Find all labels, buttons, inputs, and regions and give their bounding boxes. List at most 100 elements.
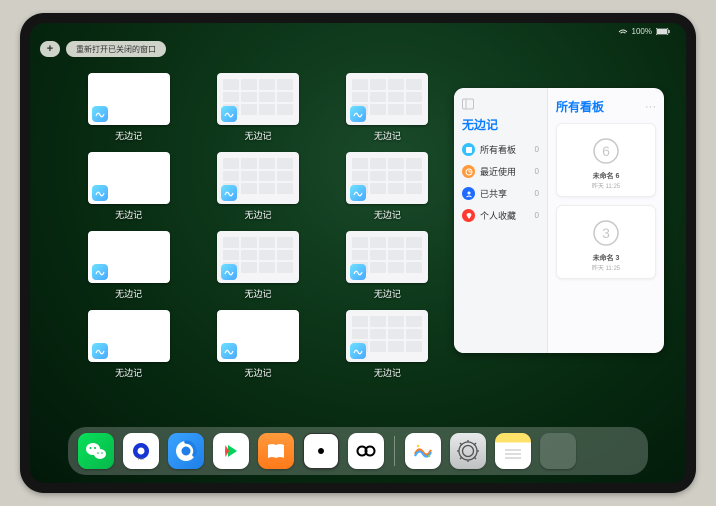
sidebar-item-count: 0 <box>535 211 539 220</box>
window-label: 无边记 <box>244 287 271 300</box>
board-date: 昨天 11:25 <box>592 263 620 272</box>
window-label: 无边记 <box>244 208 271 221</box>
sidebar-item-icon <box>462 143 475 156</box>
sidebar-item-count: 0 <box>535 167 539 176</box>
sidebar-title: 无边记 <box>462 116 539 133</box>
freeform-badge-icon <box>350 185 366 201</box>
notes-app-icon[interactable] <box>495 433 531 469</box>
window-thumbnail[interactable]: 无边记 <box>78 310 179 379</box>
sidebar-item-icon <box>462 165 475 178</box>
window-label: 无边记 <box>115 287 142 300</box>
freeform-badge-icon <box>92 106 108 122</box>
status-bar: 100% <box>30 23 686 37</box>
board-sketch: 6 <box>589 130 623 171</box>
top-toolbar: + 重新打开已关闭的窗口 <box>40 41 166 57</box>
board-date: 昨天 11:25 <box>592 181 620 190</box>
freeform-badge-icon <box>350 343 366 359</box>
window-thumbnail[interactable]: 无边记 <box>78 231 179 300</box>
sidebar-item-3[interactable]: 个人收藏 0 <box>462 209 539 222</box>
board-card[interactable]: 6 未命名 6昨天 11:25 <box>556 123 656 197</box>
window-label: 无边记 <box>244 366 271 379</box>
thumbnail-preview <box>88 73 170 125</box>
window-label: 无边记 <box>374 287 401 300</box>
window-thumbnail[interactable]: 无边记 <box>207 73 308 142</box>
sidebar-toggle-icon[interactable] <box>462 98 474 110</box>
thumbnail-preview <box>346 310 428 362</box>
sidepanel-content: 所有看板 ··· 6未命名 6昨天 11:253未命名 3昨天 11:25 <box>548 88 664 353</box>
thumbnail-preview <box>88 310 170 362</box>
battery-text: 100% <box>632 27 652 36</box>
sidebar-item-label: 所有看板 <box>480 143 530 156</box>
window-thumbnail[interactable]: 无边记 <box>337 231 438 300</box>
status-indicators: 100% <box>618 25 670 37</box>
dice-app-icon[interactable] <box>303 433 339 469</box>
battery-icon <box>656 28 670 35</box>
app-library-icon[interactable] <box>540 433 576 469</box>
freeform-badge-icon <box>350 106 366 122</box>
freeform-badge-icon <box>350 264 366 280</box>
screen: 100% + 重新打开已关闭的窗口 无边记无边记无边记无边记无边记无边记无边记无… <box>30 23 686 483</box>
noise-app-icon[interactable] <box>348 433 384 469</box>
sidebar-item-count: 0 <box>535 189 539 198</box>
window-thumbnail[interactable]: 无边记 <box>78 73 179 142</box>
window-label: 无边记 <box>115 366 142 379</box>
content-title: 所有看板 <box>556 98 604 115</box>
window-label: 无边记 <box>244 129 271 142</box>
freeform-badge-icon <box>221 106 237 122</box>
window-thumbnail[interactable]: 无边记 <box>207 310 308 379</box>
svg-text:3: 3 <box>602 225 610 241</box>
freeform-badge-icon <box>221 185 237 201</box>
window-thumbnail[interactable]: 无边记 <box>78 152 179 221</box>
freeform-badge-icon <box>92 264 108 280</box>
dock-separator <box>394 436 395 466</box>
sidebar-item-2[interactable]: 已共享 0 <box>462 187 539 200</box>
window-label: 无边记 <box>115 129 142 142</box>
books-app-icon[interactable] <box>258 433 294 469</box>
sidebar-item-count: 0 <box>535 145 539 154</box>
window-thumbnail[interactable]: 无边记 <box>337 310 438 379</box>
sidebar-item-1[interactable]: 最近使用 0 <box>462 165 539 178</box>
window-thumbnail[interactable]: 无边记 <box>207 152 308 221</box>
reopen-closed-window-button[interactable]: 重新打开已关闭的窗口 <box>66 41 166 57</box>
sidebar-item-label: 最近使用 <box>480 165 530 178</box>
window-thumbnail[interactable]: 无边记 <box>337 73 438 142</box>
thumbnail-preview <box>217 310 299 362</box>
thumbnail-preview <box>88 152 170 204</box>
settings-app-icon[interactable] <box>450 433 486 469</box>
board-sketch: 3 <box>589 212 623 253</box>
new-window-button[interactable]: + <box>40 41 60 57</box>
sidebar-item-0[interactable]: 所有看板 0 <box>462 143 539 156</box>
freeform-badge-icon <box>92 343 108 359</box>
board-name: 未命名 3 <box>593 253 620 263</box>
board-name: 未命名 6 <box>593 171 620 181</box>
freeform-badge-icon <box>221 343 237 359</box>
board-card[interactable]: 3 未命名 3昨天 11:25 <box>556 205 656 279</box>
qq-browser-app-icon[interactable] <box>168 433 204 469</box>
window-thumbnail[interactable]: 无边记 <box>207 231 308 300</box>
sidebar-item-label: 个人收藏 <box>480 209 530 222</box>
freeform-side-panel[interactable]: 无边记 所有看板0最近使用0已共享0个人收藏0 所有看板 ··· 6未命名 6昨… <box>454 88 664 353</box>
ipad-frame: 100% + 重新打开已关闭的窗口 无边记无边记无边记无边记无边记无边记无边记无… <box>20 13 696 493</box>
sidebar-item-icon <box>462 187 475 200</box>
wechat-app-icon[interactable] <box>78 433 114 469</box>
thumbnail-preview <box>217 152 299 204</box>
window-label: 无边记 <box>374 366 401 379</box>
svg-text:6: 6 <box>602 143 610 159</box>
more-menu-icon[interactable]: ··· <box>645 101 656 113</box>
freeform-app-icon[interactable] <box>405 433 441 469</box>
dock: HD <box>68 427 648 475</box>
iqiyi-app-icon[interactable] <box>213 433 249 469</box>
thumbnail-preview <box>346 231 428 283</box>
thumbnail-preview <box>346 73 428 125</box>
window-thumbnail[interactable]: 无边记 <box>337 152 438 221</box>
quark-app-icon[interactable]: HD <box>123 433 159 469</box>
thumbnail-preview <box>217 231 299 283</box>
sidebar-item-label: 已共享 <box>480 187 530 200</box>
app-expose-grid: 无边记无边记无边记无边记无边记无边记无边记无边记无边记无边记无边记无边记 <box>78 73 438 379</box>
window-label: 无边记 <box>374 129 401 142</box>
thumbnail-preview <box>217 73 299 125</box>
thumbnail-preview <box>346 152 428 204</box>
svg-text:HD: HD <box>138 456 144 461</box>
sidebar-item-icon <box>462 209 475 222</box>
window-label: 无边记 <box>374 208 401 221</box>
